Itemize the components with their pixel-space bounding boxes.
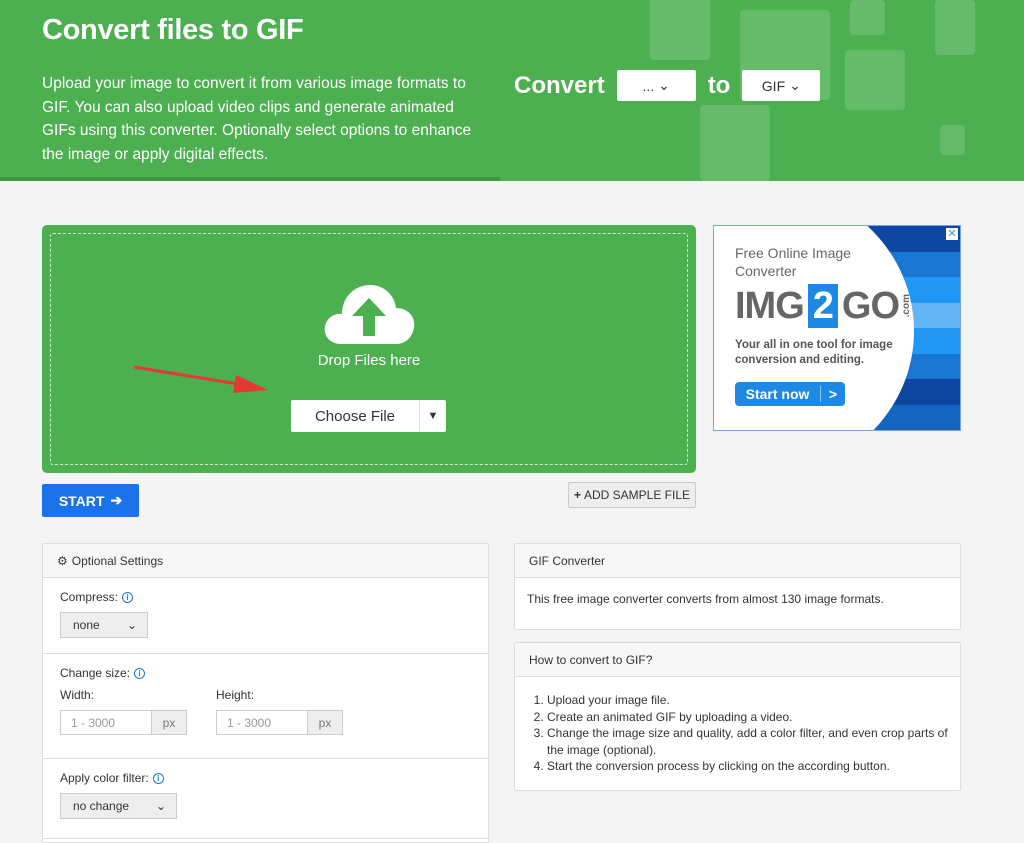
logo-part: GO: [841, 284, 900, 327]
chevron-down-icon: ⌄: [126, 618, 137, 632]
bar-chart-file-icon: [935, 0, 975, 55]
add-sample-label: ADD SAMPLE FILE: [583, 488, 691, 502]
chevron-down-icon: ⌄: [789, 77, 801, 93]
format-selector: Convert ... ⌄ to GIF ⌄: [514, 70, 821, 101]
change-size-label: Change size:: [60, 666, 131, 680]
ad-headline: Free Online Image Converter: [735, 245, 851, 279]
panel-title: How to convert to GIF?: [515, 643, 960, 677]
how-to-steps: Upload your image file. Create an animat…: [515, 677, 960, 775]
info-icon[interactable]: i: [134, 667, 146, 679]
file-drop-zone[interactable]: Drop Files here: [42, 225, 696, 473]
font-file-icon: [940, 125, 965, 155]
px-unit: px: [151, 711, 186, 734]
chevron-down-icon[interactable]: ▼: [420, 400, 446, 432]
close-ad-icon[interactable]: ✕: [946, 228, 958, 240]
from-format-select[interactable]: ... ⌄: [616, 70, 696, 101]
compress-section: Compress: i none ⌄: [43, 578, 488, 654]
compress-label: Compress:: [60, 590, 119, 604]
change-size-section: Change size:i Width: px Height: px: [43, 654, 488, 759]
list-item: Change the image size and quality, add a…: [547, 725, 948, 758]
img2go-logo: IMG 2 GO .com: [735, 284, 912, 328]
cloud-upload-icon: [324, 284, 415, 344]
file-icon: [650, 0, 710, 60]
chart-file-icon: [700, 105, 770, 181]
page-description: Upload your image to convert it from var…: [42, 75, 472, 163]
gif-converter-panel: GIF Converter This free image converter …: [514, 543, 961, 630]
start-label: START: [58, 492, 105, 509]
hero-banner: Convert files to GIF Upload your image t…: [0, 0, 1024, 181]
image-file-icon: [850, 0, 885, 35]
logo-part: .com: [901, 294, 913, 318]
width-input[interactable]: [61, 711, 151, 734]
list-item: Upload your image file.: [547, 692, 948, 709]
color-filter-label: Apply color filter:: [60, 771, 149, 785]
start-button[interactable]: START ➔: [42, 484, 139, 517]
advertisement[interactable]: ✕ Free Online Image Converter IMG 2 GO .com…: [713, 225, 961, 431]
color-filter-section: Apply color filter: i no change ⌄: [43, 759, 488, 839]
chevron-right-icon: >: [828, 386, 838, 402]
red-arrow-annotation: [133, 365, 268, 393]
to-format-select[interactable]: GIF ⌄: [742, 70, 821, 101]
arrow-right-icon: ➔: [110, 492, 123, 508]
how-to-panel: How to convert to GIF? Upload your image…: [514, 642, 961, 791]
pdf-file-icon: [845, 50, 905, 110]
height-field: px: [216, 710, 343, 735]
height-input[interactable]: [217, 711, 307, 734]
hero-bar: [0, 177, 500, 181]
to-format-value: GIF: [761, 77, 786, 94]
choose-file-label[interactable]: Choose File: [291, 400, 420, 432]
ad-cta-label: Start now: [735, 386, 821, 402]
width-field: px: [60, 710, 187, 735]
color-filter-value: no change: [73, 799, 130, 813]
logo-part: IMG: [735, 284, 805, 327]
compress-select[interactable]: none ⌄: [60, 612, 148, 638]
convert-label: Convert: [514, 71, 605, 99]
panel-title: GIF Converter: [515, 544, 960, 578]
choose-file-button[interactable]: Choose File ▼: [291, 400, 446, 432]
list-item: Start the conversion process by clicking…: [547, 758, 948, 775]
px-unit: px: [307, 711, 342, 734]
panel-title: Optional Settings: [71, 553, 164, 568]
chevron-down-icon: ⌄: [658, 77, 670, 93]
gear-icon: ⚙: [57, 553, 68, 568]
compress-value: none: [73, 618, 100, 632]
to-label: to: [707, 71, 731, 99]
ad-start-now-button[interactable]: Start now >: [735, 382, 845, 406]
info-icon[interactable]: i: [122, 591, 134, 603]
info-icon[interactable]: i: [152, 772, 164, 784]
width-label: Width:: [60, 688, 95, 702]
add-sample-file-button[interactable]: + ADD SAMPLE FILE: [568, 482, 696, 508]
color-filter-select[interactable]: no change ⌄: [60, 793, 177, 819]
logo-part: 2: [807, 284, 838, 328]
plus-icon: +: [573, 488, 581, 502]
ad-body: Your all in one tool for image conversio…: [735, 339, 893, 366]
optional-settings-panel: ⚙ Optional Settings Compress: i none ⌄ Chan…: [42, 543, 489, 843]
panel-header: ⚙ Optional Settings: [43, 544, 488, 578]
list-item: Create an animated GIF by uploading a vi…: [547, 709, 948, 726]
page-title: Convert files to GIF: [42, 14, 304, 46]
chevron-down-icon: ⌄: [155, 799, 166, 813]
height-label: Height:: [216, 688, 255, 702]
converter-description: This free image converter converts from …: [527, 592, 884, 606]
from-format-value: ...: [642, 77, 655, 94]
